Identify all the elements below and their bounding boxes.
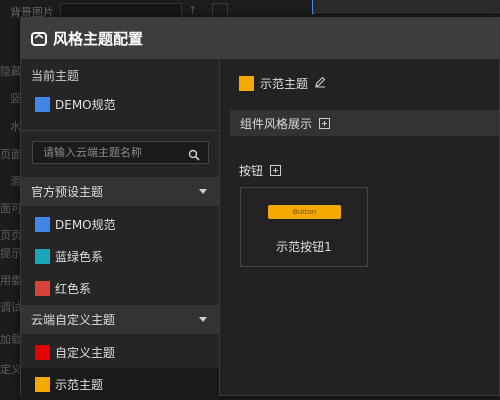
add-component-icon[interactable] xyxy=(319,117,331,129)
color-swatch xyxy=(35,97,50,112)
demo-button[interactable]: Button xyxy=(268,205,341,219)
preset-group-header[interactable]: 官方预设主题 xyxy=(21,177,219,206)
button-preview-card[interactable]: Button 示范按钮1 xyxy=(240,187,368,267)
divider xyxy=(21,130,219,131)
button-section-label: 按钮 xyxy=(239,164,264,178)
color-swatch xyxy=(35,280,50,296)
theme-item-label: 红色系 xyxy=(55,281,92,296)
cloud-group-label: 云端自定义主题 xyxy=(31,313,116,327)
logo-icon xyxy=(31,31,47,47)
bg-label: 用委 xyxy=(0,274,22,287)
theme-item-custom[interactable]: 自定义主题 xyxy=(21,336,219,368)
chevron-down-icon xyxy=(199,317,207,322)
theme-item-label: 蓝绿色系 xyxy=(55,249,104,264)
color-swatch xyxy=(35,376,50,392)
theme-item-demo[interactable]: DEMO规范 xyxy=(21,208,219,240)
bg-upload-icon: ↑ xyxy=(188,4,198,17)
current-theme-name: DEMO规范 xyxy=(55,98,116,112)
theme-search-input[interactable] xyxy=(41,145,185,160)
theme-preview-panel: 示范主题 组件风格展示 按钮 Button 示范按钮1 xyxy=(220,59,499,395)
chevron-down-icon xyxy=(199,189,207,194)
search-icon[interactable] xyxy=(188,146,200,165)
color-swatch xyxy=(35,216,50,232)
current-theme-label: 当前主题 xyxy=(31,69,80,83)
theme-item-label: DEMO规范 xyxy=(55,217,116,232)
bg-label: 调试 xyxy=(0,301,22,314)
theme-item-blue-green[interactable]: 蓝绿色系 xyxy=(21,240,219,272)
button-section-heading: 按钮 xyxy=(239,162,282,179)
modal-body: 当前主题 DEMO规范 官方预设主题 xyxy=(21,59,499,400)
component-section-label: 组件风格展示 xyxy=(240,116,313,131)
preset-group-label: 官方预设主题 xyxy=(31,185,104,199)
theme-config-modal: 风格主题配置 当前主题 DEMO规范 官方预设主题 xyxy=(20,17,500,400)
add-button-icon[interactable] xyxy=(270,165,282,176)
bg-label: 加载 xyxy=(0,333,22,346)
theme-item-red[interactable]: 红色系 xyxy=(21,272,219,304)
theme-search-box[interactable] xyxy=(32,141,209,164)
card-label: 示范按钮1 xyxy=(276,240,332,254)
modal-header: 风格主题配置 xyxy=(21,18,499,59)
theme-item-label: 自定义主题 xyxy=(55,345,116,360)
bg-label: 隐藏 xyxy=(0,65,22,78)
edit-icon[interactable] xyxy=(314,76,326,91)
selected-theme-name: 示范主题 xyxy=(260,77,309,91)
bg-label: 定义 xyxy=(0,363,22,376)
component-style-section: 组件风格展示 xyxy=(230,110,499,136)
bg-label: 页面 xyxy=(0,148,22,161)
color-swatch xyxy=(35,344,50,360)
modal-title: 风格主题配置 xyxy=(53,30,144,48)
theme-list-panel: 当前主题 DEMO规范 官方预设主题 xyxy=(21,59,220,400)
color-swatch xyxy=(239,76,254,91)
current-theme: DEMO规范 xyxy=(35,96,116,113)
selected-theme-heading: 示范主题 xyxy=(239,75,326,92)
bg-top-panel xyxy=(313,0,500,13)
cloud-group-header[interactable]: 云端自定义主题 xyxy=(21,305,219,334)
color-swatch xyxy=(35,248,50,264)
theme-item-demo-selected[interactable]: 示范主题 xyxy=(21,368,219,400)
theme-item-label: 示范主题 xyxy=(55,377,104,392)
